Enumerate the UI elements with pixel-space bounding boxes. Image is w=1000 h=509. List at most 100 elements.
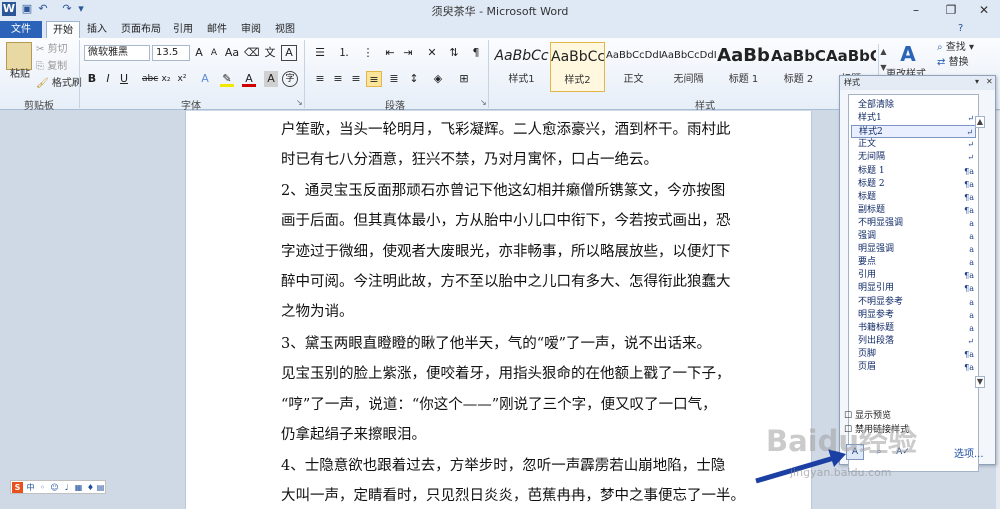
customize-quick-access-icon[interactable]: ▾ — [74, 2, 88, 16]
doc-line[interactable]: 画于后面。但其真体最小，方从胎中小儿口中衔下，今若按式画出，恐 — [281, 208, 731, 234]
ime-voice-icon[interactable]: ♩ — [61, 482, 72, 493]
style-gallery-item[interactable]: AaBbCcDdI 无间隔 — [661, 42, 716, 92]
style-list-item[interactable]: 无间隔 ↵ — [851, 151, 976, 164]
style-list-item[interactable]: 标题 2 ¶a — [851, 178, 976, 191]
style-list-item[interactable]: 标题 1 ¶a — [851, 165, 976, 178]
style-list-item[interactable]: 引用 ¶a — [851, 269, 976, 282]
doc-line[interactable]: 4、士隐意欲也跟着过去，方举步时，忽听一声霹雳若山崩地陷，士隐 — [281, 453, 725, 479]
style-gallery-item[interactable]: AaBbCc 样式1 — [494, 42, 549, 92]
tab-mailings[interactable]: 邮件 — [202, 21, 232, 38]
help-icon[interactable]: ? — [958, 23, 963, 34]
font-name-select[interactable]: 微软雅黑 — [84, 45, 150, 61]
style-list-item[interactable]: 不明显强调 a — [851, 217, 976, 230]
style-list-item[interactable]: 书籍标题 a — [851, 322, 976, 335]
style-gallery-item[interactable]: AaBbCcDdI 正文 — [606, 42, 661, 92]
close-icon[interactable]: ✕ — [968, 0, 1000, 20]
borders-icon[interactable]: ⊞ — [456, 71, 472, 87]
style-gallery-item[interactable]: AaBbC 标题 2 — [771, 42, 826, 92]
bold-icon[interactable]: B — [86, 71, 98, 87]
tab-insert[interactable]: 插入 — [82, 21, 112, 38]
decrease-indent-icon[interactable]: ⇤ — [382, 45, 398, 61]
style-gallery-item-selected[interactable]: AaBbCc 样式2 — [550, 42, 605, 92]
doc-line[interactable]: “哼”了一声，说道：“你这个——”刚说了三个字，便又叹了一口气， — [281, 392, 717, 418]
style-list-item[interactable]: 样式2 ↵ — [851, 125, 976, 139]
align-right-icon[interactable]: ≡ — [348, 71, 364, 87]
phonetic-guide-icon[interactable]: 文 — [262, 45, 278, 61]
tab-view[interactable]: 视图 — [270, 21, 300, 38]
doc-line[interactable]: 户笙歌，当头一轮明月，飞彩凝辉。二人愈添豪兴，酒到杯干。雨村此 — [281, 117, 731, 143]
ime-keyboard-icon[interactable]: ▦ — [73, 482, 84, 493]
style-list-item[interactable]: 页脚 ¶a — [851, 348, 976, 361]
minimize-icon[interactable]: – — [900, 0, 932, 20]
ime-chinese-icon[interactable]: 中 — [25, 482, 36, 493]
increase-indent-icon[interactable]: ⇥ — [400, 45, 416, 61]
word-icon[interactable]: W — [2, 2, 16, 16]
justify-icon[interactable]: ≡ — [366, 71, 382, 87]
doc-line[interactable]: 2、通灵宝玉反面那顽石亦曾记下他这幻相并癞僧所镌篆文，今亦按图 — [281, 178, 725, 204]
tab-file[interactable]: 文件 — [0, 21, 42, 38]
change-case-icon[interactable]: Aa — [224, 45, 240, 61]
style-list-item[interactable]: 副标题 ¶a — [851, 204, 976, 217]
replace-button[interactable]: ⇄ 替换 — [937, 56, 969, 70]
highlight-icon[interactable]: ✎ — [220, 71, 234, 87]
copy-button[interactable]: ⎘ 复制 — [36, 60, 67, 74]
save-icon[interactable]: ▣ — [20, 2, 34, 16]
style-list-item[interactable]: 明显引用 ¶a — [851, 282, 976, 295]
tab-home[interactable]: 开始 — [46, 21, 80, 38]
style-list-item[interactable]: 明显参考 a — [851, 309, 976, 322]
font-size-select[interactable]: 13.5 — [152, 45, 190, 61]
sogou-icon[interactable]: S — [12, 482, 23, 493]
enclose-char-icon[interactable]: 字 — [282, 71, 298, 87]
shrink-font-icon[interactable]: A — [207, 45, 221, 61]
tab-page-layout[interactable]: 页面布局 — [116, 21, 166, 38]
subscript-icon[interactable]: x₂ — [160, 71, 172, 87]
ime-emoji-icon[interactable]: ☺ — [49, 482, 60, 493]
underline-icon[interactable]: U — [118, 71, 130, 87]
style-list-item[interactable]: 页眉 ¶a — [851, 361, 976, 374]
chinese-layout-icon[interactable]: ✕ — [424, 45, 440, 61]
ime-punct-icon[interactable]: ◦ — [37, 482, 48, 493]
tab-references[interactable]: 引用 — [168, 21, 198, 38]
char-border-icon[interactable]: A — [281, 45, 297, 61]
change-styles-icon[interactable]: A — [896, 42, 920, 66]
doc-line[interactable]: 3、黛玉两眼直瞪瞪的瞅了他半天，气的“嗳”了一声，说不出话来。 — [281, 331, 711, 357]
vertical-scrollbar[interactable] — [996, 111, 1000, 509]
sort-icon[interactable]: ⇅ — [446, 45, 462, 61]
cut-button[interactable]: ✂ 剪切 — [36, 43, 68, 57]
scroll-up-icon[interactable]: ▲ — [975, 116, 985, 128]
superscript-icon[interactable]: x² — [176, 71, 188, 87]
doc-line[interactable]: 之物为诮。 — [281, 299, 354, 325]
doc-line[interactable]: 仍拿起绢子来擦眼泪。 — [281, 422, 426, 448]
style-list-item[interactable]: 列出段落 ↵ — [851, 335, 976, 348]
style-list-item[interactable]: 标题 ¶a — [851, 191, 976, 204]
style-list-item[interactable]: 正文 ↵ — [851, 138, 976, 151]
multilevel-list-icon[interactable]: ⋮ — [358, 45, 378, 61]
align-left-icon[interactable]: ≡ — [312, 71, 328, 87]
pane-close-icon[interactable]: ✕ — [986, 77, 993, 86]
pane-menu-icon[interactable]: ▾ — [975, 77, 979, 86]
shading-icon[interactable]: ◈ — [430, 71, 446, 87]
style-list-item[interactable]: 要点 a — [851, 256, 976, 269]
doc-line[interactable]: 字迹过于微细，使观者大废眼光，亦非畅事，所以略展放些，以便灯下 — [281, 239, 731, 265]
grow-font-icon[interactable]: A — [192, 45, 206, 61]
options-link[interactable]: 选项... — [954, 445, 984, 460]
ime-tools-icon[interactable]: ▤ — [95, 482, 106, 493]
show-marks-icon[interactable]: ¶ — [468, 45, 484, 61]
style-list-item[interactable]: 不明显参考 a — [851, 296, 976, 309]
tab-review[interactable]: 审阅 — [236, 21, 266, 38]
font-color-icon[interactable]: A — [242, 71, 256, 87]
strikethrough-icon[interactable]: abc — [142, 71, 158, 87]
style-list-item[interactable]: 明显强调 a — [851, 243, 976, 256]
paste-button[interactable]: 粘贴 — [6, 68, 34, 82]
undo-icon[interactable]: ↶ — [36, 2, 50, 16]
doc-line[interactable]: 大叫一声，定睛看时，只见烈日炎炎，芭蕉冉冉，梦中之事便忘了一半。 — [281, 483, 745, 509]
doc-line[interactable]: 见宝玉别的脸上紫涨，便咬着牙，用指头狠命的在他额上戳了一下子， — [281, 361, 731, 387]
style-list-item[interactable]: 样式1 ↵ — [851, 112, 976, 125]
line-spacing-icon[interactable]: ↕ — [406, 71, 422, 87]
find-button[interactable]: ⌕ 查找 ▾ — [937, 41, 974, 55]
char-shading-icon[interactable]: A — [264, 71, 278, 87]
font-dialog-launcher-icon[interactable]: ↘ — [296, 98, 303, 107]
text-effects-icon[interactable]: A — [198, 71, 212, 87]
align-center-icon[interactable]: ≡ — [330, 71, 346, 87]
italic-icon[interactable]: I — [102, 71, 114, 87]
